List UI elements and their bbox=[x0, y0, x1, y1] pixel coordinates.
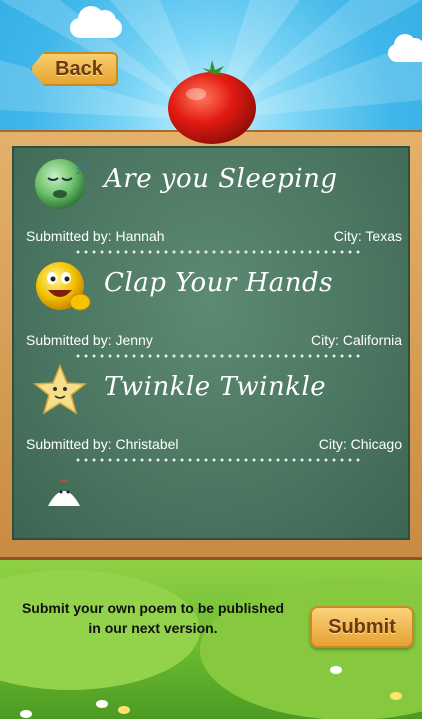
chalkboard-frame: z z Are you Sleeping Submitted by: Hanna… bbox=[0, 130, 422, 560]
chicken-icon bbox=[48, 479, 80, 506]
clapping-smiley-icon bbox=[36, 262, 91, 311]
poem-city: City: Texas bbox=[333, 228, 402, 244]
svg-text:z: z bbox=[83, 161, 87, 170]
poem-city: City: California bbox=[310, 332, 402, 348]
submitted-by: Submitted by: Christabel bbox=[26, 436, 179, 452]
submit-button[interactable]: Submit bbox=[310, 606, 414, 648]
submitted-by: Submitted by: Hannah bbox=[26, 228, 165, 244]
dotted-divider bbox=[74, 458, 364, 462]
cloud bbox=[70, 6, 122, 38]
flower bbox=[330, 666, 342, 674]
poem-item[interactable]: Clap Your Hands Submitted by: Jenny City… bbox=[14, 254, 408, 358]
poem-title: Twinkle Twinkle bbox=[104, 372, 327, 402]
flower bbox=[20, 710, 32, 718]
submit-prompt: Submit your own poem to be published in … bbox=[0, 598, 306, 638]
flower bbox=[118, 706, 130, 714]
poem-item[interactable]: z z Are you Sleeping Submitted by: Hanna… bbox=[14, 150, 408, 254]
tomato-icon bbox=[168, 60, 256, 144]
submit-button-label: Submit bbox=[328, 615, 396, 638]
svg-text:z: z bbox=[76, 166, 81, 177]
poem-title: Clap Your Hands bbox=[104, 268, 334, 298]
submitted-by: Submitted by: Jenny bbox=[26, 332, 153, 348]
submit-prompt-line: Submit your own poem to be published bbox=[21, 600, 285, 616]
cloud bbox=[388, 34, 422, 62]
sleeping-ball-icon: z z bbox=[35, 159, 87, 209]
poem-title: Are you Sleeping bbox=[104, 164, 338, 194]
poem-list[interactable]: z z Are you Sleeping Submitted by: Hanna… bbox=[12, 146, 410, 540]
star-icon bbox=[32, 364, 88, 415]
back-button[interactable]: Back bbox=[30, 52, 118, 86]
back-button-label: Back bbox=[55, 57, 103, 80]
poem-item[interactable]: Twinkle Twinkle Submitted by: Christabel… bbox=[14, 358, 408, 462]
poem-city: City: Chicago bbox=[318, 436, 402, 452]
flower bbox=[96, 700, 108, 708]
submit-prompt-line: in our next version. bbox=[88, 620, 218, 636]
flower bbox=[390, 692, 402, 700]
